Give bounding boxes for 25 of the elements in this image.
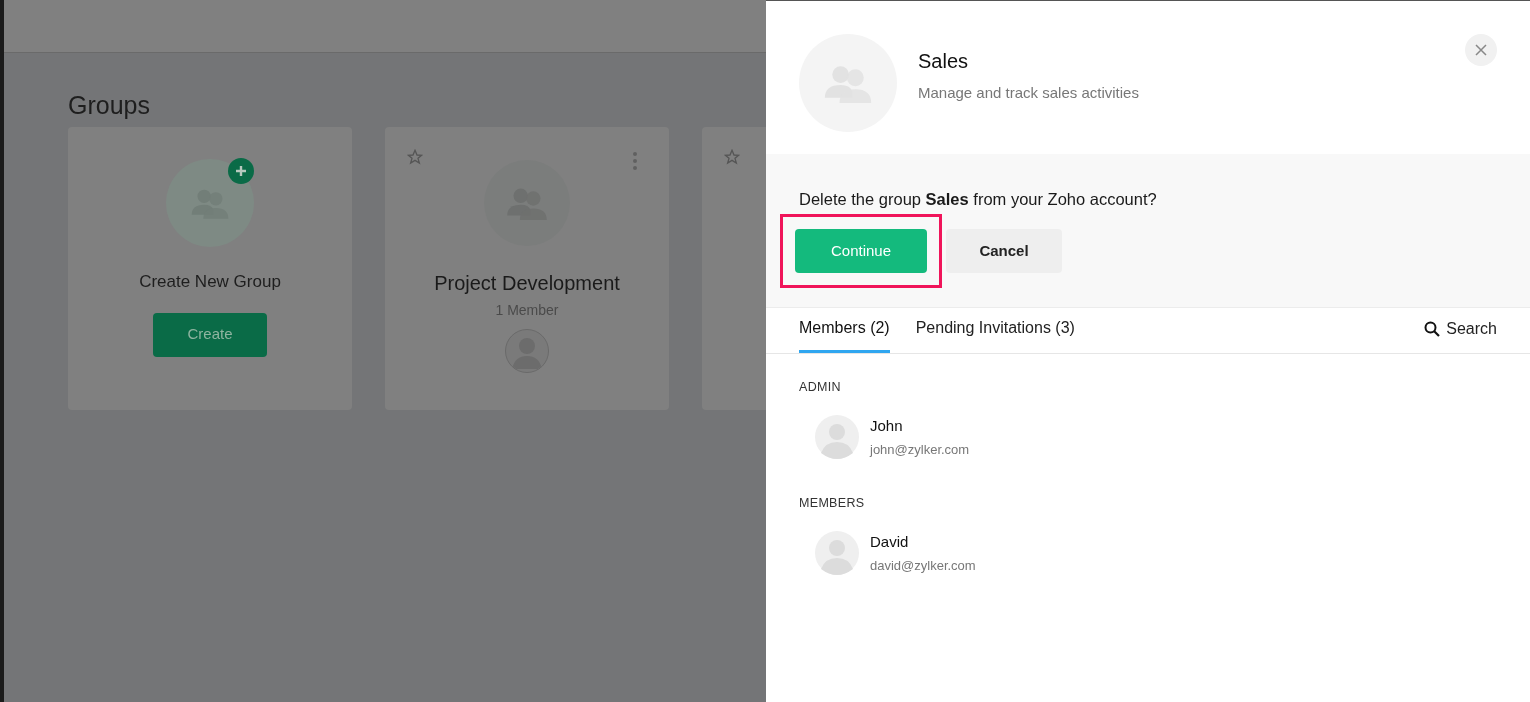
section-heading: ADMIN [799, 379, 842, 396]
page-title: Groups [68, 90, 151, 121]
tab[interactable]: Pending Invitations (3) [915, 316, 1075, 353]
add-icon[interactable] [228, 158, 254, 184]
cancel-button[interactable]: Cancel [946, 228, 1062, 273]
member-email: john@zylker.com [870, 441, 970, 460]
member-email: david@zylker.com [870, 557, 976, 575]
tab[interactable]: Members (2) [799, 316, 890, 353]
close-button[interactable] [1465, 34, 1497, 66]
avatar-icon [815, 415, 859, 460]
star-icon[interactable] [407, 149, 423, 165]
card-title: Project Development [434, 271, 620, 296]
search-icon [1424, 321, 1441, 337]
search-button[interactable]: Search [1424, 317, 1497, 341]
avatar-icon [815, 531, 859, 575]
member-name: David [870, 531, 910, 552]
section-heading: MEMBERS [799, 494, 866, 512]
confirm-message: Delete the group Sales from your Zoho account? [799, 189, 1158, 210]
group-description: Manage and track sales activities [918, 83, 1139, 103]
close-icon [1475, 44, 1487, 56]
group-name: Sales [918, 49, 970, 74]
card-title: Create New Group [139, 271, 281, 293]
member-name: John [870, 415, 904, 436]
star-icon[interactable] [724, 149, 740, 165]
more-icon[interactable] [633, 152, 637, 170]
